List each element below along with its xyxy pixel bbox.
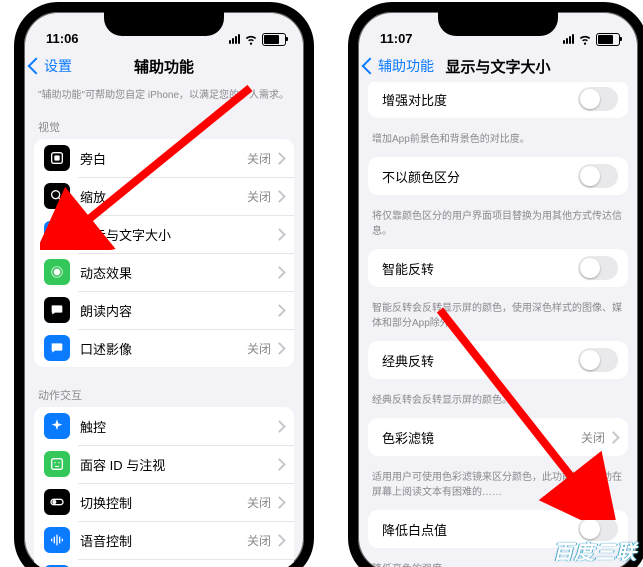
chevron-right-icon [273,534,286,547]
row-label: 智能反转 [382,259,578,278]
chevron-right-icon [273,496,286,509]
section-header-vision: 视觉 [24,113,304,139]
motion-group: 触控 面容 ID 与注视 切换控制 关闭 [34,407,294,567]
row-switch-control[interactable]: 切换控制 关闭 [34,483,294,521]
battery-icon [596,33,620,46]
row-label: 显示与文字大小 [80,225,275,244]
back-label: 辅助功能 [378,56,434,76]
faceid-icon [44,451,70,477]
row-note: 适用用户可使用色彩滤镜来区分颜色，此功能还可帮助在屏幕上阅读文本有困难的…… [358,470,638,510]
battery-icon [262,33,286,46]
row-note: 增加App前景色和背景色的对比度。 [358,132,638,157]
row-label: 不以颜色区分 [382,167,578,186]
motion-icon [44,259,70,285]
row-value: 关闭 [247,340,271,357]
switch-control-icon [44,489,70,515]
chevron-right-icon [273,420,286,433]
intro-text: "辅助功能"可帮助您自定 iPhone，以满足您的个人需求。 [24,82,304,113]
section-header-motion: 动作交互 [24,381,304,407]
row-display-text-size[interactable]: AA 显示与文字大小 [34,215,294,253]
row-label: 语音控制 [80,531,247,550]
watermark: 百度三联 [553,536,637,565]
row-differentiate-without-color[interactable]: 不以颜色区分 [368,157,628,195]
chevron-right-icon [273,458,286,471]
text-size-icon: AA [44,221,70,247]
row-side-button[interactable]: 侧边按钮 [34,559,294,567]
row-increase-contrast[interactable]: 增强对比度 [368,82,628,118]
chevron-right-icon [273,304,286,317]
row-touch[interactable]: 触控 [34,407,294,445]
row-note: 经典反转会反转显示屏的颜色。 [358,393,638,418]
row-label: 切换控制 [80,493,247,512]
row-faceid[interactable]: 面容 ID 与注视 [34,445,294,483]
page-title: 显示与文字大小 [445,56,550,77]
wifi-icon [244,32,258,46]
voice-control-icon [44,527,70,553]
chevron-right-icon [273,342,286,355]
chevron-left-icon [362,58,379,75]
touch-icon [44,413,70,439]
notch [104,10,224,36]
nav-bar: 设置 辅助功能 [24,48,304,84]
svg-text:A: A [58,233,62,239]
row-classic-invert[interactable]: 经典反转 [368,341,628,379]
row-label: 降低白点值 [382,520,578,539]
signal-icon [229,34,240,44]
status-time: 11:07 [380,31,413,46]
vision-group: 旁白 关闭 缩放 关闭 AA 显示与文字大小 [34,139,294,367]
audio-desc-icon [44,335,70,361]
row-voiceover[interactable]: 旁白 关闭 [34,139,294,177]
row-zoom[interactable]: 缩放 关闭 [34,177,294,215]
toggle-diff-color[interactable] [578,164,618,188]
chevron-right-icon [273,152,286,165]
row-label: 缩放 [80,187,247,206]
chevron-right-icon [273,228,286,241]
row-note: 智能反转会反转显示屏的颜色，使用深色样式的图像、媒体和部分App除外。 [358,301,638,341]
chevron-right-icon [273,266,286,279]
row-label: 朗读内容 [80,301,275,320]
row-value: 关闭 [247,532,271,549]
row-smart-invert[interactable]: 智能反转 [368,249,628,287]
row-label: 口述影像 [80,339,247,358]
row-voice-control[interactable]: 语音控制 关闭 [34,521,294,559]
nav-bar: 辅助功能 显示与文字大小 [358,48,638,84]
wifi-icon [578,32,592,46]
row-label: 触控 [80,417,275,436]
signal-icon [563,34,574,44]
back-label: 设置 [44,56,72,76]
speech-icon [44,297,70,323]
row-label: 动态效果 [80,263,275,282]
row-label: 经典反转 [382,351,578,370]
toggle-classic-invert[interactable] [578,348,618,372]
row-label: 色彩滤镜 [382,428,581,447]
chevron-left-icon [28,58,45,75]
row-spoken-content[interactable]: 朗读内容 [34,291,294,329]
row-label: 旁白 [80,149,247,168]
row-value: 关闭 [581,429,605,446]
chevron-right-icon [607,431,620,444]
zoom-icon [44,183,70,209]
row-value: 关闭 [247,150,271,167]
row-label: 增强对比度 [382,90,578,109]
back-button[interactable]: 辅助功能 [364,48,434,84]
toggle-increase-contrast[interactable] [578,87,618,111]
chevron-right-icon [273,190,286,203]
row-value: 关闭 [247,494,271,511]
row-audio-descriptions[interactable]: 口述影像 关闭 [34,329,294,367]
row-label: 面容 ID 与注视 [80,455,275,474]
row-value: 关闭 [247,188,271,205]
row-color-filters[interactable]: 色彩滤镜 关闭 [368,418,628,456]
notch [438,10,558,36]
page-title: 辅助功能 [134,56,194,77]
status-time: 11:06 [46,31,79,46]
row-note: 将仅靠颜色区分的用户界面项目替换为用其他方式传达信息。 [358,209,638,249]
voiceover-icon [44,145,70,171]
toggle-smart-invert[interactable] [578,256,618,280]
row-motion[interactable]: 动态效果 [34,253,294,291]
back-button[interactable]: 设置 [30,48,72,84]
